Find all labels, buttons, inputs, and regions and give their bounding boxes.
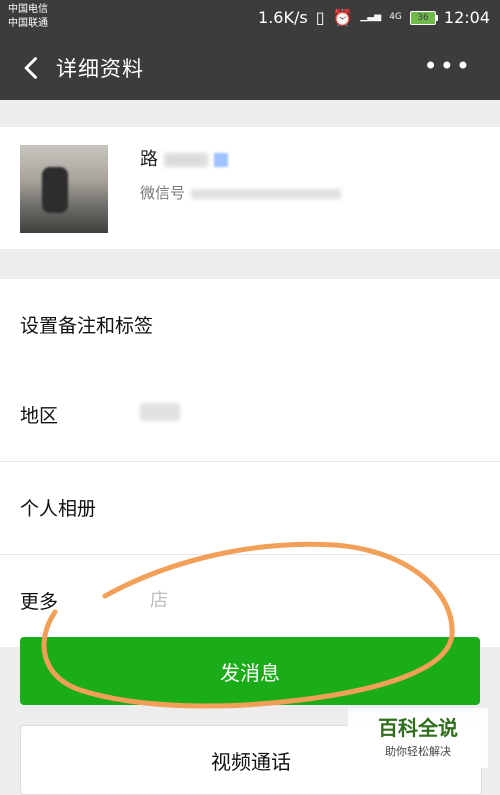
status-time: 12:04 [443,8,490,27]
page-title: 详细资料 [56,57,144,81]
back-icon[interactable] [18,54,46,82]
remark-section: 设置备注和标签 [0,279,500,371]
alarm-icon: ⏰ [332,8,353,27]
more-row[interactable]: 更多 店 [0,555,500,647]
carrier-2: 中国联通 [8,18,48,29]
remark-label: 设置备注和标签 [20,315,154,337]
carrier-info: 中国电信 中国联通 [8,3,48,31]
wifi-icon: 4G [389,12,402,22]
watermark-title: 百科全说 [378,716,458,740]
album-label: 个人相册 [20,498,97,520]
status-bar: 中国电信 中国联通 1.6K/s ▯ ⏰ ▁▃▅ 4G 36 12:04 [0,0,500,36]
vibrate-icon: ▯ [315,8,325,27]
wechat-id: 微信号 [140,182,342,203]
status-right: 1.6K/s ▯ ⏰ ▁▃▅ 4G 36 12:04 [258,8,490,27]
signal-icon: ▁▃▅ [360,12,382,22]
send-message-label: 发消息 [220,660,280,685]
nickname: 路 [140,145,228,171]
carrier-1: 中国电信 [8,4,48,15]
network-speed: 1.6K/s [258,8,308,27]
nav-bar: 详细资料 ••• [0,36,500,100]
video-call-label: 视频通话 [211,749,291,774]
watermark: 百科全说 助你轻松解决 [348,708,488,768]
info-section: 地区 个人相册 更多 店 [0,369,500,647]
region-label: 地区 [20,405,59,427]
remark-row[interactable]: 设置备注和标签 [0,279,500,371]
wechat-id-blur [191,188,342,199]
wechat-id-label: 微信号 [140,184,186,202]
send-message-button[interactable]: 发消息 [20,637,480,705]
more-icon[interactable]: ••• [424,52,472,80]
battery-level: 36 [417,12,429,23]
album-row[interactable]: 个人相册 [0,462,500,555]
nickname-badge-blur [214,153,228,167]
nickname-blur [164,153,208,167]
battery-icon: 36 [409,10,438,25]
nickname-prefix: 路 [140,149,158,170]
profile-card: 路 微信号 [0,127,500,249]
more-label: 更多 [20,591,59,613]
region-row: 地区 [0,369,500,462]
watermark-subtitle: 助你轻松解决 [385,745,451,758]
region-value-blur [140,403,180,421]
avatar[interactable] [20,145,108,233]
more-value: 店 [150,590,168,611]
